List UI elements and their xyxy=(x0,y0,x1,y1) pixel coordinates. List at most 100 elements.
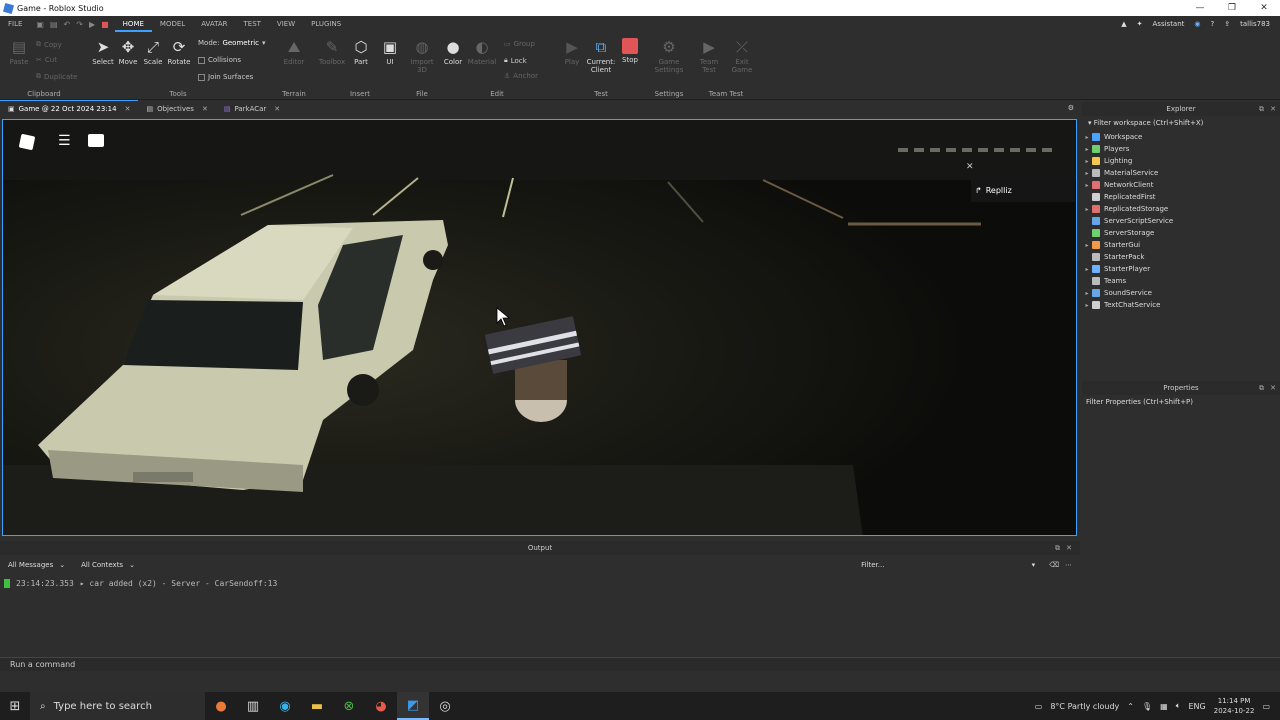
chrome-icon[interactable]: ◕ xyxy=(365,692,397,720)
assistant-button[interactable]: Assistant xyxy=(1153,20,1185,28)
material-button[interactable]: ◐ Material xyxy=(467,38,497,66)
tab-game[interactable]: ▣ Game @ 22 Oct 2024 23:14 ✕ xyxy=(0,100,139,117)
part-button[interactable]: ⬡ Part xyxy=(346,38,376,66)
command-bar[interactable]: Run a command xyxy=(0,657,1280,671)
notification-center-icon[interactable]: ▭ xyxy=(1262,702,1270,711)
microphone-icon[interactable]: 🎙︎ xyxy=(1142,702,1152,711)
taskbar-search[interactable]: ⌕ Type here to search xyxy=(30,692,205,720)
game-settings-button[interactable]: ⚙ Game Settings xyxy=(654,38,684,74)
color-button[interactable]: ● Color xyxy=(438,38,468,66)
lock-button[interactable]: 🔒︎ Lock xyxy=(504,56,527,65)
tab-avatar[interactable]: AVATAR xyxy=(193,16,235,32)
tab-test[interactable]: TEST xyxy=(236,16,269,32)
windows-start-icon[interactable]: ⊞ xyxy=(0,699,30,714)
close-icon[interactable]: ✕ xyxy=(202,105,208,113)
explorer-item[interactable]: ▸ Lighting xyxy=(1082,155,1280,167)
dock-icon[interactable]: ⧉ xyxy=(1259,381,1264,395)
output-filter-input[interactable]: Filter... ▾ xyxy=(853,561,1043,569)
close-icon[interactable]: ✕ xyxy=(274,105,280,113)
explorer-item[interactable]: ▸ NetworkClient xyxy=(1082,179,1280,191)
team-test-button[interactable]: ▶ Team Test xyxy=(694,38,724,74)
tab-model[interactable]: MODEL xyxy=(152,16,193,32)
assistant-icon[interactable]: ✦ xyxy=(1137,20,1143,28)
minimize-button[interactable]: — xyxy=(1184,3,1216,13)
tab-view[interactable]: VIEW xyxy=(269,16,303,32)
clear-output-icon[interactable]: ⌫ xyxy=(1043,561,1065,569)
chat-icon[interactable] xyxy=(88,134,104,147)
context-filter-dropdown[interactable]: All Contexts ⌄ xyxy=(73,561,143,569)
close-icon[interactable]: ✕ xyxy=(1270,102,1276,116)
toolbox-button[interactable]: ✎ Toolbox xyxy=(317,38,347,66)
notifications-icon[interactable]: ◉ xyxy=(1194,20,1200,28)
explorer-item[interactable]: StarterPack xyxy=(1082,251,1280,263)
expand-arrow-icon[interactable]: ▸ xyxy=(1082,302,1092,309)
copy-button[interactable]: ⧉ Copy xyxy=(36,40,62,49)
more-icon[interactable]: ⋯ xyxy=(1065,561,1080,569)
expand-arrow-icon[interactable]: ▸ xyxy=(1082,242,1092,249)
explorer-item[interactable]: ▸ TextChatService xyxy=(1082,299,1280,311)
tab-home[interactable]: HOME xyxy=(114,16,152,32)
tab-parkacar[interactable]: ▤ ParkACar ✕ xyxy=(216,100,288,117)
network-icon[interactable]: ▦ xyxy=(1160,702,1168,711)
explorer-item[interactable]: ▸ StarterPlayer xyxy=(1082,263,1280,275)
maximize-button[interactable]: ❐ xyxy=(1216,3,1248,13)
language-indicator[interactable]: ENG xyxy=(1189,702,1206,711)
viewport-settings-icon[interactable]: ⚙ xyxy=(1068,100,1080,117)
save-icon[interactable]: ▣ xyxy=(36,20,44,29)
cut-button[interactable]: ✂ Cut xyxy=(36,56,57,64)
task-view-icon[interactable]: ▥ xyxy=(237,692,269,720)
expand-arrow-icon[interactable]: ▸ xyxy=(1082,170,1092,177)
publish-icon[interactable]: ▤ xyxy=(50,20,58,29)
play-button[interactable]: ▶ Play xyxy=(557,38,587,66)
explorer-item[interactable]: ▸ Workspace xyxy=(1082,131,1280,143)
expand-arrow-icon[interactable]: ▸ xyxy=(1082,134,1092,141)
import-3d-button[interactable]: ◍ Import 3D xyxy=(407,38,437,74)
current-client-button[interactable]: ⧉ Current: Client xyxy=(586,38,616,74)
undo-icon[interactable]: ↶ xyxy=(64,20,71,29)
explorer-filter-input[interactable]: ▾ Filter workspace (Ctrl+Shift+X) xyxy=(1082,117,1280,129)
join-surfaces-checkbox[interactable]: Join Surfaces xyxy=(198,73,253,81)
roblox-studio-taskbar-icon[interactable]: ◩ xyxy=(397,692,429,720)
group-button[interactable]: ▭ Group xyxy=(504,40,535,48)
volume-icon[interactable]: 🔈︎ xyxy=(1176,701,1181,711)
close-icon[interactable]: ✕ xyxy=(1066,541,1072,555)
dock-icon[interactable]: ⧉ xyxy=(1055,541,1060,555)
xbox-icon[interactable]: ⊗ xyxy=(333,692,365,720)
explorer-item[interactable]: ServerStorage xyxy=(1082,227,1280,239)
file-menu[interactable]: FILE xyxy=(0,16,30,32)
share-icon[interactable]: ⇪ xyxy=(1224,20,1230,28)
explorer-item[interactable]: ▸ Players xyxy=(1082,143,1280,155)
redo-icon[interactable]: ↷ xyxy=(76,20,83,29)
weather-icon[interactable]: ▭ xyxy=(1035,702,1043,711)
taskbar-clock[interactable]: 11:14 PM 2024-10-22 xyxy=(1214,696,1255,716)
explorer-item[interactable]: Teams xyxy=(1082,275,1280,287)
roblox-menu-icon[interactable] xyxy=(18,133,36,151)
tab-plugins[interactable]: PLUGINS xyxy=(303,16,349,32)
play-quick-icon[interactable]: ▶ xyxy=(89,20,95,29)
dock-icon[interactable]: ⧉ xyxy=(1259,102,1264,116)
transform-mode-select[interactable]: Mode: Geometric ▾ xyxy=(198,39,266,47)
close-icon[interactable]: ✕ xyxy=(966,162,974,172)
expand-arrow-icon[interactable]: ▸ xyxy=(1082,182,1092,189)
collapse-ribbon-icon[interactable]: ▲ xyxy=(1121,20,1126,28)
exit-game-button[interactable]: ⤫ Exit Game xyxy=(727,38,757,74)
paste-button[interactable]: ▤ Paste xyxy=(4,38,34,66)
stop-quick-icon[interactable]: ■ xyxy=(101,20,109,29)
explorer-item[interactable]: ▸ MaterialService xyxy=(1082,167,1280,179)
message-filter-dropdown[interactable]: All Messages ⌄ xyxy=(0,561,73,569)
explorer-item[interactable]: ServerScriptService xyxy=(1082,215,1280,227)
game-viewport[interactable]: ☰ ✕ ↱ Replliz xyxy=(2,119,1077,536)
explorer-item[interactable]: ▸ ReplicatedStorage xyxy=(1082,203,1280,215)
explorer-item[interactable]: ▸ StarterGui xyxy=(1082,239,1280,251)
edge-browser-icon[interactable]: ◉ xyxy=(269,692,301,720)
expand-arrow-icon[interactable]: ▸ xyxy=(1082,146,1092,153)
roblox-player-icon[interactable]: ◎ xyxy=(429,692,461,720)
terrain-editor-button[interactable]: ⛰ Editor xyxy=(279,38,309,66)
tab-objectives[interactable]: ▤ Objectives ✕ xyxy=(138,100,215,117)
weather-text[interactable]: 8°C Partly cloudy xyxy=(1050,702,1119,711)
help-icon[interactable]: ? xyxy=(1211,20,1215,28)
duplicate-button[interactable]: ⧉ Duplicate xyxy=(36,72,77,81)
expand-arrow-icon[interactable]: ▸ xyxy=(1082,266,1092,273)
explorer-item[interactable]: ▸ SoundService xyxy=(1082,287,1280,299)
tray-overflow-icon[interactable]: ⌃ xyxy=(1127,702,1134,711)
